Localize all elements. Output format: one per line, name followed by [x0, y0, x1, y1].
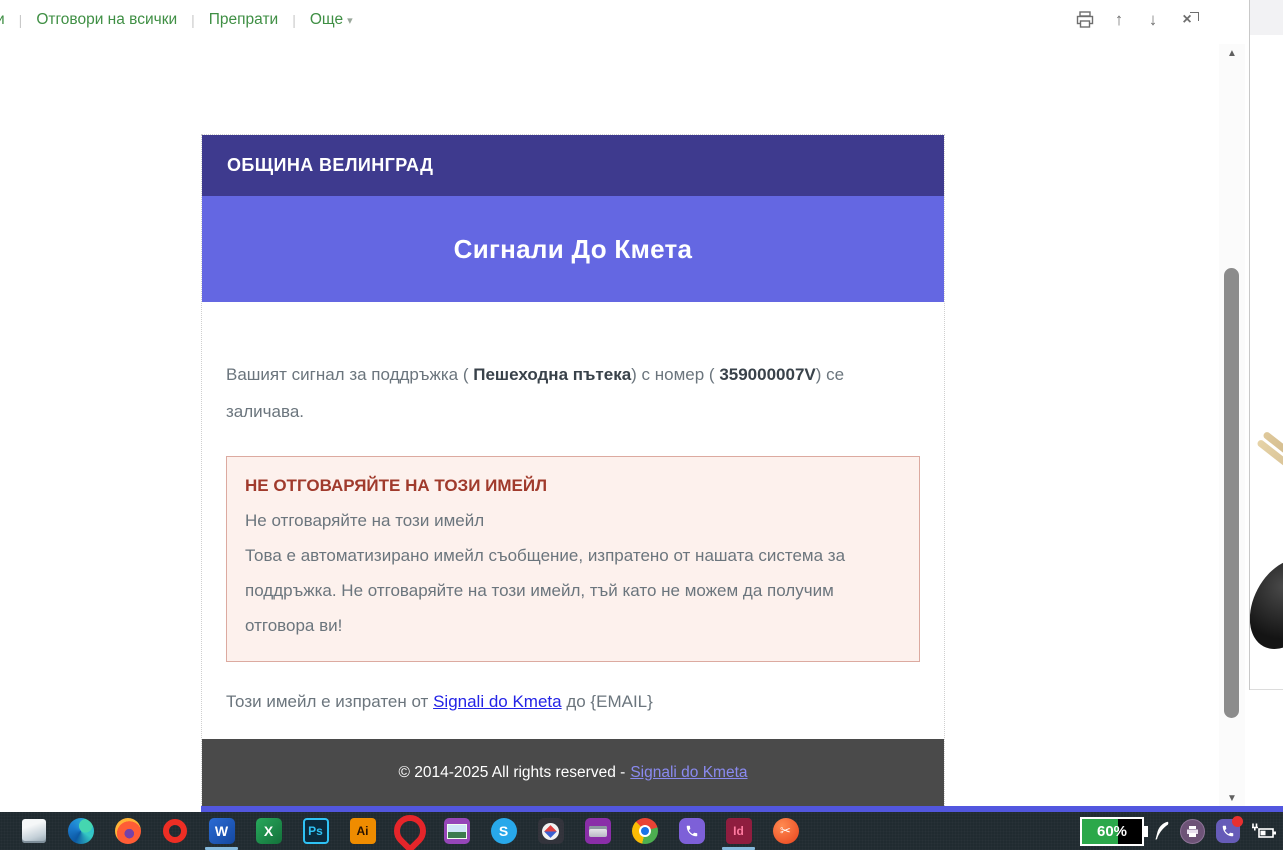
battery-nub: [1144, 826, 1148, 837]
quill-icon[interactable]: [1155, 821, 1169, 841]
email-org-header: ОБЩИНА ВЕЛИНГРАД: [202, 135, 944, 196]
compass-needle: [544, 825, 557, 838]
taskbar-indesign-button[interactable]: Id: [715, 812, 762, 850]
more-menu-label: Още: [310, 11, 343, 28]
viber-icon: [679, 818, 705, 844]
previous-message-icon[interactable]: ↑: [1109, 10, 1129, 30]
system-tray: 60%: [1080, 812, 1277, 850]
print-icon[interactable]: [1075, 10, 1095, 30]
scrollbar-up-arrow[interactable]: ▲: [1219, 48, 1245, 59]
taskbar-edge-button[interactable]: [57, 812, 104, 850]
separator: |: [191, 12, 195, 28]
edge-icon: [68, 818, 94, 844]
signali-do-kmeta-link[interactable]: Signali do Kmeta: [433, 692, 562, 711]
scissors-capture-icon: ✂: [773, 818, 799, 844]
scrollbar-down-arrow[interactable]: ▼: [1219, 793, 1245, 804]
email-footer: © 2014-2025 All rights reserved - Signal…: [202, 739, 944, 806]
notepad-icon: [22, 819, 46, 843]
taskbar-chrome-button[interactable]: [621, 812, 668, 850]
taskbar-compass-button[interactable]: [527, 812, 574, 850]
clipped-action-label[interactable]: и: [0, 11, 5, 29]
word-icon: W: [209, 818, 235, 844]
taskbar-acrobat-button[interactable]: [386, 812, 433, 850]
signal-type: Пешеходна пътека: [473, 365, 631, 384]
power-charging-icon[interactable]: [1251, 822, 1277, 840]
taskbar-scanner-button[interactable]: [574, 812, 621, 850]
warning-line1: Не отговаряйте на този имейл: [245, 503, 901, 538]
next-message-icon[interactable]: ↓: [1143, 10, 1163, 30]
warning-line2: Това е автоматизирано имейл съобщение, и…: [245, 538, 901, 643]
taskbar-apps: W X Ps Ai S Id ✂: [10, 812, 809, 850]
sent-text: Този имейл е изпратен от: [226, 692, 433, 711]
reply-all-button[interactable]: Отговори на всички: [36, 11, 177, 29]
photo-viewer-icon: [444, 818, 470, 844]
chrome-hub: [639, 825, 651, 837]
taskbar-skype-button[interactable]: S: [480, 812, 527, 850]
taskbar-notepad-button[interactable]: [10, 812, 57, 850]
indesign-icon: Id: [726, 818, 752, 844]
screen: и | Отговори на всички | Препрати | Още ▾…: [0, 0, 1283, 850]
battery-percent-label: 60%: [1097, 823, 1127, 840]
close-icon[interactable]: ×: [1177, 10, 1197, 30]
chrome-icon: [632, 818, 658, 844]
more-menu-button[interactable]: Още ▾: [310, 11, 353, 29]
taskbar-firefox-button[interactable]: [104, 812, 151, 850]
compass-dial: [542, 823, 559, 840]
email-body: Вашият сигнал за поддръжка ( Пешеходна п…: [202, 356, 944, 712]
compass-icon: [538, 818, 564, 844]
forward-button[interactable]: Препрати: [209, 11, 278, 29]
opera-icon: [163, 819, 187, 843]
photo-thumb: [447, 824, 467, 839]
chevron-down-icon: ▾: [347, 15, 353, 27]
photo-bottom-edge: [1250, 689, 1283, 690]
drumsticks-photo: [1250, 428, 1283, 688]
dark-object: [1250, 547, 1283, 662]
sent-recipient: до {EMAIL}: [562, 692, 653, 711]
taskbar-illustrator-button[interactable]: Ai: [339, 812, 386, 850]
scanner-device: [589, 826, 607, 837]
mail-actions: и | Отговори на всички | Препрати | Още ▾: [0, 0, 353, 40]
print-agent-icon[interactable]: [1180, 819, 1205, 844]
taskbar-photo-viewer-button[interactable]: [433, 812, 480, 850]
taskbar-viber-button[interactable]: [668, 812, 715, 850]
photoshop-icon: Ps: [303, 818, 329, 844]
excel-icon: X: [256, 818, 282, 844]
viber-tray-icon[interactable]: [1216, 819, 1240, 843]
skype-icon: S: [491, 818, 517, 844]
taskbar-opera-button[interactable]: [151, 812, 198, 850]
warning-title: НЕ ОТГОВАРЯЙТЕ НА ТОЗИ ИМЕЙЛ: [245, 469, 901, 503]
close-corner-mark: [1190, 12, 1199, 21]
separator: |: [292, 12, 296, 28]
separator: |: [19, 12, 23, 28]
do-not-reply-box: НЕ ОТГОВАРЯЙТЕ НА ТОЗИ ИМЕЙЛ Не отговаря…: [226, 456, 920, 662]
email-title: Сигнали До Кмета: [454, 234, 693, 265]
notification-dot: [1232, 816, 1243, 827]
acrobat-icon: [387, 808, 432, 850]
email-document: ОБЩИНА ВЕЛИНГРАД Сигнали До Кмета Вашият…: [201, 134, 945, 808]
taskbar-capture-button[interactable]: ✂: [762, 812, 809, 850]
firefox-icon: [115, 818, 141, 844]
signal-number: 359000007V: [719, 365, 815, 384]
org-name: ОБЩИНА ВЕЛИНГРАД: [227, 155, 433, 176]
sent-from-line: Този имейл е изпратен от Signali do Kmet…: [226, 692, 920, 712]
rail-gray-block: [1250, 0, 1283, 35]
mail-toolbar-icons: ↑ ↓ ×: [1075, 0, 1197, 40]
battery-meter-widget[interactable]: 60%: [1080, 817, 1144, 846]
scrollbar-thumb[interactable]: [1224, 268, 1239, 718]
copyright-text: © 2014-2025 All rights reserved -: [398, 764, 625, 782]
intro-text: ) с номер (: [631, 365, 719, 384]
intro-paragraph: Вашият сигнал за поддръжка ( Пешеходна п…: [226, 356, 920, 430]
illustrator-icon: Ai: [350, 818, 376, 844]
intro-text: Вашият сигнал за поддръжка (: [226, 365, 473, 384]
mail-toolbar: и | Отговори на всички | Препрати | Още ▾…: [0, 0, 1245, 40]
taskbar-photoshop-button[interactable]: Ps: [292, 812, 339, 850]
taskbar: W X Ps Ai S Id ✂ 60%: [0, 812, 1283, 850]
email-title-banner: Сигнали До Кмета: [202, 196, 944, 302]
taskbar-word-button[interactable]: W: [198, 812, 245, 850]
scanner-icon: [585, 818, 611, 844]
footer-signali-link[interactable]: Signali do Kmeta: [630, 764, 747, 782]
taskbar-excel-button[interactable]: X: [245, 812, 292, 850]
